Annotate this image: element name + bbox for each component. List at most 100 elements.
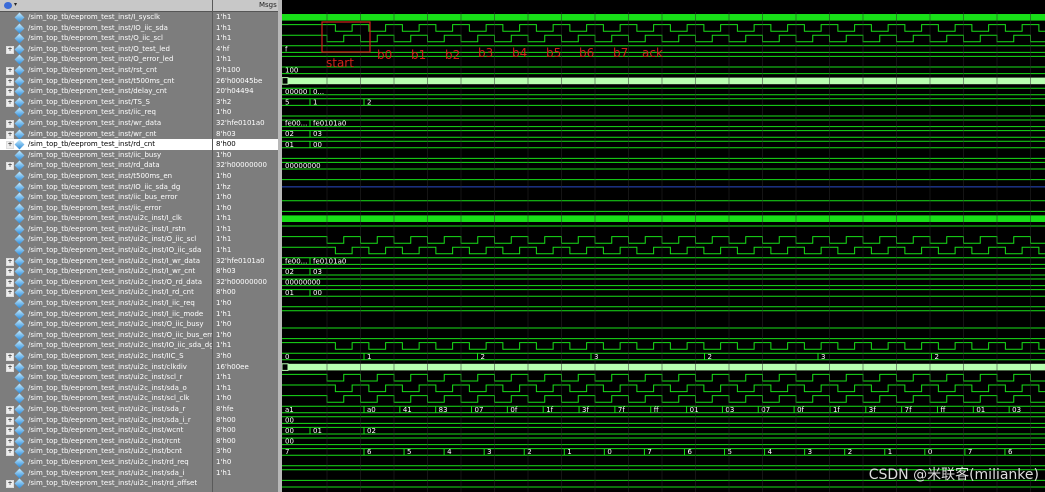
signal-row[interactable]: /sim_top_tb/eeprom_test_inst/O_iic_scl bbox=[0, 33, 212, 44]
signal-row[interactable]: /sim_top_tb/eeprom_test_inst/ui2c_inst/s… bbox=[0, 468, 212, 479]
signal-row[interactable]: + /sim_top_tb/eeprom_test_inst/ui2c_inst/… bbox=[0, 436, 212, 447]
expand-icon[interactable]: + bbox=[6, 480, 14, 489]
signal-name: /sim_top_tb/eeprom_test_inst/ui2c_inst/I… bbox=[28, 299, 195, 308]
signal-row[interactable]: + /sim_top_tb/eeprom_test_inst/ui2c_inst/… bbox=[0, 425, 212, 436]
expand-icon[interactable]: + bbox=[6, 289, 14, 298]
bus-label: 5 bbox=[407, 448, 411, 456]
bus-label: 7 bbox=[968, 448, 972, 456]
signal-row[interactable]: + /sim_top_tb/eeprom_test_inst/delay_cnt bbox=[0, 86, 212, 97]
signal-row[interactable]: /sim_top_tb/eeprom_test_inst/ui2c_inst/s… bbox=[0, 383, 212, 394]
signal-row[interactable]: + /sim_top_tb/eeprom_test_inst/TS_S bbox=[0, 97, 212, 108]
signal-row[interactable]: /sim_top_tb/eeprom_test_inst/iic_req bbox=[0, 107, 212, 118]
signal-row[interactable]: /sim_top_tb/eeprom_test_inst/IO_iic_sda_… bbox=[0, 182, 212, 193]
signal-row[interactable]: /sim_top_tb/eeprom_test_inst/ui2c_inst/I… bbox=[0, 340, 212, 351]
signal-row[interactable]: /sim_top_tb/eeprom_test_inst/ui2c_inst/s… bbox=[0, 393, 212, 404]
signal-row[interactable]: + /sim_top_tb/eeprom_test_inst/rst_cnt bbox=[0, 65, 212, 76]
signal-icon bbox=[14, 351, 25, 362]
waveform-canvas[interactable]: f10000000 0...5 1 2fe00... fe0101a002 0301 000… bbox=[282, 0, 1045, 492]
expand-icon[interactable]: + bbox=[6, 98, 14, 107]
signal-row[interactable]: /sim_top_tb/eeprom_test_inst/t500ms_en bbox=[0, 171, 212, 182]
signal-row[interactable]: /sim_top_tb/eeprom_test_inst/I_sysclk bbox=[0, 12, 212, 23]
signal-name: /sim_top_tb/eeprom_test_inst/ui2c_inst/I… bbox=[28, 352, 184, 360]
signal-value: 32'h00000000 bbox=[216, 277, 267, 286]
signal-row[interactable]: + /sim_top_tb/eeprom_test_inst/rd_cnt bbox=[0, 139, 212, 150]
signal-icon bbox=[14, 319, 25, 330]
signal-row[interactable]: + /sim_top_tb/eeprom_test_inst/ui2c_inst/… bbox=[0, 404, 212, 415]
wave-menu-icon[interactable] bbox=[4, 2, 12, 9]
signal-row[interactable]: /sim_top_tb/eeprom_test_inst/ui2c_inst/I… bbox=[0, 213, 212, 224]
bus-label: 0 bbox=[607, 448, 611, 456]
signal-row[interactable]: /sim_top_tb/eeprom_test_inst/O_error_led bbox=[0, 54, 212, 65]
expand-icon[interactable]: + bbox=[6, 427, 14, 436]
signal-row[interactable]: + /sim_top_tb/eeprom_test_inst/t500ms_cnt bbox=[0, 76, 212, 87]
signal-row[interactable]: + /sim_top_tb/eeprom_test_inst/ui2c_inst/… bbox=[0, 415, 212, 426]
signal-icon bbox=[14, 446, 25, 457]
signal-name: /sim_top_tb/eeprom_test_inst/ui2c_inst/s… bbox=[28, 415, 191, 424]
signal-row[interactable]: /sim_top_tb/eeprom_test_inst/ui2c_inst/I… bbox=[0, 298, 212, 309]
expand-icon[interactable]: + bbox=[6, 88, 14, 97]
expand-icon[interactable]: + bbox=[6, 268, 14, 277]
signal-row[interactable]: /sim_top_tb/eeprom_test_inst/ui2c_inst/r… bbox=[0, 457, 212, 468]
expand-icon[interactable]: + bbox=[6, 130, 14, 139]
signal-name: /sim_top_tb/eeprom_test_inst/ui2c_inst/I… bbox=[28, 256, 200, 265]
bus-label: 2 bbox=[481, 353, 485, 361]
signal-row[interactable]: + /sim_top_tb/eeprom_test_inst/ui2c_inst/… bbox=[0, 446, 212, 457]
signal-row[interactable]: + /sim_top_tb/eeprom_test_inst/wr_cnt bbox=[0, 129, 212, 140]
signal-row[interactable]: /sim_top_tb/eeprom_test_inst/iic_error bbox=[0, 203, 212, 214]
signal-row[interactable]: + /sim_top_tb/eeprom_test_inst/ui2c_inst/… bbox=[0, 266, 212, 277]
signal-row[interactable]: /sim_top_tb/eeprom_test_inst/iic_bus_err… bbox=[0, 192, 212, 203]
signal-row[interactable]: + /sim_top_tb/eeprom_test_inst/wr_data bbox=[0, 118, 212, 129]
bus-label: 5 bbox=[285, 98, 289, 106]
signal-name: /sim_top_tb/eeprom_test_inst/iic_busy bbox=[28, 150, 162, 159]
expand-icon[interactable]: + bbox=[6, 448, 14, 457]
signal-row[interactable]: /sim_top_tb/eeprom_test_inst/IO_iic_sda bbox=[0, 23, 212, 34]
signal-value: 1'h1 bbox=[216, 55, 232, 64]
signal-row[interactable]: /sim_top_tb/eeprom_test_inst/ui2c_inst/O… bbox=[0, 319, 212, 330]
signal-row[interactable]: /sim_top_tb/eeprom_test_inst/ui2c_inst/I… bbox=[0, 245, 212, 256]
expand-icon[interactable]: + bbox=[6, 363, 14, 372]
signal-value-pane[interactable]: Msgs 1'h1 1'h1 1'h1 4'hf 1'h1 9'h100 26'h00045… bbox=[212, 0, 281, 492]
waveform-pane[interactable]: f 100 00000 0... 5 1 2 fe00... fe0101a0 02 03 01 00 0… bbox=[282, 0, 1045, 492]
bus-label: a0 bbox=[367, 406, 376, 414]
signal-name-pane[interactable]: ▾ /sim_top_tb/eeprom_test_inst/I_sysclk /… bbox=[0, 0, 212, 492]
signal-icon bbox=[14, 266, 25, 277]
wave-6 bbox=[282, 77, 1045, 85]
signal-name: /sim_top_tb/eeprom_test_inst/t500ms_en bbox=[28, 171, 173, 180]
name-pane-header[interactable]: ▾ bbox=[0, 0, 212, 12]
signal-row[interactable]: /sim_top_tb/eeprom_test_inst/iic_busy bbox=[0, 150, 212, 161]
signal-row[interactable]: /sim_top_tb/eeprom_test_inst/ui2c_inst/O… bbox=[0, 234, 212, 245]
expand-icon[interactable]: + bbox=[6, 162, 14, 171]
expand-icon[interactable]: + bbox=[6, 119, 14, 128]
signal-row[interactable]: /sim_top_tb/eeprom_test_inst/ui2c_inst/s… bbox=[0, 372, 212, 383]
signal-row[interactable]: + /sim_top_tb/eeprom_test_inst/ui2c_inst/… bbox=[0, 277, 212, 288]
signal-row[interactable]: /sim_top_tb/eeprom_test_inst/ui2c_inst/I… bbox=[0, 309, 212, 320]
expand-icon[interactable]: + bbox=[6, 45, 14, 54]
signal-row[interactable]: + /sim_top_tb/eeprom_test_inst/rd_data bbox=[0, 160, 212, 171]
bus-label: 1f bbox=[833, 406, 840, 414]
expand-icon[interactable]: + bbox=[6, 66, 14, 75]
expand-icon[interactable]: + bbox=[6, 77, 14, 86]
expand-icon[interactable]: + bbox=[6, 416, 14, 425]
start-marker-box bbox=[321, 21, 371, 53]
expand-icon[interactable]: + bbox=[6, 353, 14, 361]
signal-value: 20'h04494 bbox=[216, 87, 254, 96]
signal-row[interactable]: + /sim_top_tb/eeprom_test_inst/ui2c_inst/… bbox=[0, 351, 212, 362]
bus-label: 3 bbox=[808, 448, 812, 456]
chevron-down-icon[interactable]: ▾ bbox=[14, 1, 17, 8]
bus-label: 00000000 bbox=[285, 162, 321, 170]
expand-icon[interactable]: + bbox=[6, 141, 14, 150]
signal-row[interactable]: + /sim_top_tb/eeprom_test_inst/O_test_led bbox=[0, 44, 212, 55]
wave-12: 01 00 bbox=[282, 140, 1045, 149]
signal-row[interactable]: + /sim_top_tb/eeprom_test_inst/ui2c_inst/… bbox=[0, 256, 212, 267]
expand-icon[interactable]: + bbox=[6, 278, 14, 287]
expand-icon[interactable]: + bbox=[6, 257, 14, 266]
expand-icon[interactable]: + bbox=[6, 405, 14, 414]
expand-icon[interactable]: + bbox=[6, 437, 14, 446]
wave-1 bbox=[282, 24, 1045, 32]
signal-row[interactable]: /sim_top_tb/eeprom_test_inst/ui2c_inst/O… bbox=[0, 330, 212, 341]
wave-24: 02 03 bbox=[282, 267, 1045, 276]
signal-row[interactable]: + /sim_top_tb/eeprom_test_inst/ui2c_inst/… bbox=[0, 362, 212, 373]
signal-row[interactable]: + /sim_top_tb/eeprom_test_inst/ui2c_inst/… bbox=[0, 287, 212, 298]
signal-row[interactable]: + /sim_top_tb/eeprom_test_inst/ui2c_inst/… bbox=[0, 478, 212, 489]
signal-row[interactable]: /sim_top_tb/eeprom_test_inst/ui2c_inst/I… bbox=[0, 224, 212, 235]
